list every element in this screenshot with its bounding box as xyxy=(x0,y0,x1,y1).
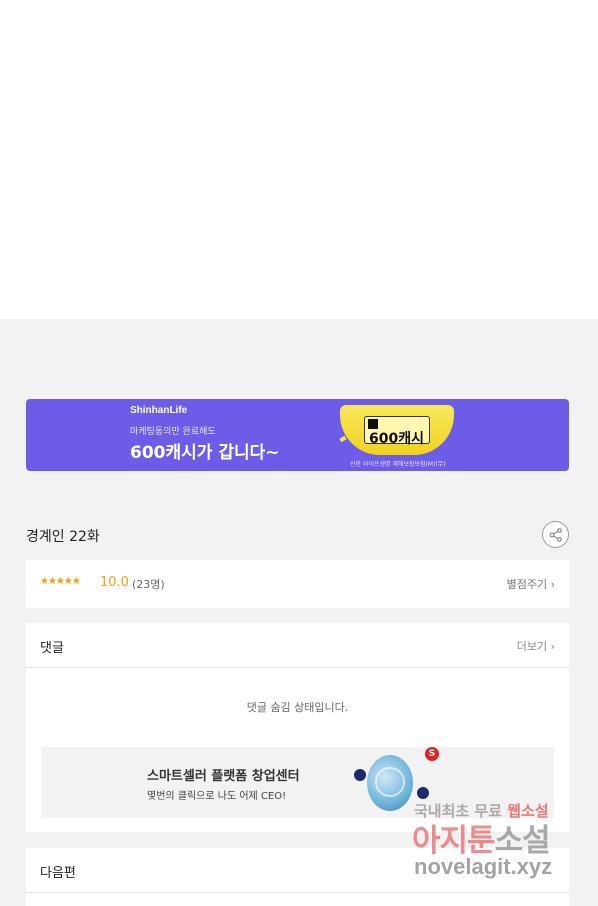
globe-ring-icon xyxy=(375,767,405,797)
sparkle-icon xyxy=(339,435,347,443)
rating-card: ★★★★★ 10.0 (23명) 별점주기 › xyxy=(26,560,569,608)
watermark-url: novelagit.xyz xyxy=(414,854,553,879)
ad-title: 스마트셀러 플랫폼 창업센터 xyxy=(147,769,300,784)
content-blank-area xyxy=(0,0,598,319)
comment-header: 댓글 더보기 › xyxy=(26,623,569,668)
seller-logo-icon: S xyxy=(425,747,439,761)
rating-count: (23명) xyxy=(132,578,165,591)
episode-title: 경계인 22화 xyxy=(26,529,100,545)
ad-subtitle: 몇번의 클릭으로 나도 어제 CEO! xyxy=(147,791,287,802)
share-icon xyxy=(549,528,562,542)
banner-headline: 600캐시가 갑니다~ xyxy=(130,443,280,463)
coupon-text: 600캐시 xyxy=(369,431,424,447)
comment-title: 댓글 xyxy=(40,641,64,656)
next-episode-title: 다음편 xyxy=(40,866,76,881)
banner-subtitle: 마케팅동의만 완료해도 xyxy=(130,427,216,437)
banner-fine-print: 신한 라이프생명 재해보장보험(M)(무) xyxy=(350,461,446,468)
comment-more-link[interactable]: 더보기 › xyxy=(517,638,555,654)
ad-decoration-icon xyxy=(354,769,366,781)
ad-decoration-icon xyxy=(417,787,429,799)
rate-button[interactable]: 별점주기 › xyxy=(507,576,555,592)
rating-score: 10.0 xyxy=(100,575,129,590)
banner-brand: ShinhanLife xyxy=(130,405,188,416)
promo-banner[interactable]: ShinhanLife 마케팅동의만 완료해도 600캐시가 갑니다~ 600캐… xyxy=(26,399,569,471)
star-rating-icon: ★★★★★ xyxy=(40,576,81,587)
share-button[interactable] xyxy=(542,521,569,548)
comment-hidden-message: 댓글 숨김 상태입니다. xyxy=(246,701,349,714)
episode-title-row: 경계인 22화 xyxy=(26,520,569,550)
